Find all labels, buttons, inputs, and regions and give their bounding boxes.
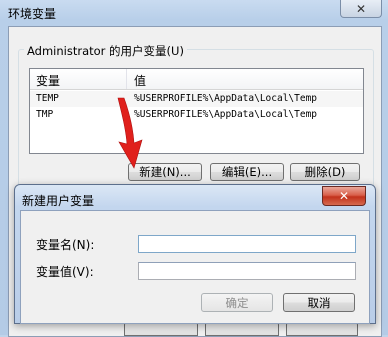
variable-value: %USERPROFILE%\AppData\Local\Temp: [134, 93, 318, 104]
system-new-button-peek[interactable]: [124, 322, 198, 336]
column-separator[interactable]: [126, 69, 127, 89]
cancel-button[interactable]: 取消: [283, 293, 355, 312]
variable-value-input[interactable]: [138, 262, 356, 280]
variable-value-label: 变量值(V):: [36, 265, 94, 279]
dialog-close-button[interactable]: ✕: [322, 186, 366, 206]
dialog-title: 新建用户变量: [22, 194, 95, 208]
red-arrow-icon: [117, 97, 143, 169]
ok-button[interactable]: 确定: [201, 293, 273, 312]
variable-name: TMP: [36, 109, 54, 120]
variable-name-input[interactable]: [138, 235, 356, 253]
column-header-variable[interactable]: 变量: [36, 72, 60, 89]
variable-value: %USERPROFILE%\AppData\Local\Temp: [134, 109, 318, 120]
close-button[interactable]: ✕: [340, 0, 382, 18]
variable-name: TEMP: [36, 93, 59, 104]
variable-name-label: 变量名(N):: [36, 238, 95, 252]
list-item[interactable]: TMP %USERPROFILE%\AppData\Local\Temp: [30, 107, 363, 123]
user-variables-group-label: Administrator 的用户变量(U): [24, 43, 187, 59]
user-variables-list[interactable]: 变量 值 TEMP %USERPROFILE%\AppData\Local\Te…: [29, 68, 364, 154]
column-header-value[interactable]: 值: [134, 72, 146, 89]
window-title: 环境变量: [8, 7, 57, 21]
close-icon: ✕: [338, 189, 350, 203]
list-header: 变量 值: [30, 69, 363, 90]
system-edit-button-peek[interactable]: [205, 322, 279, 336]
edit-variable-button[interactable]: 编辑(E)...: [210, 163, 284, 181]
delete-variable-button[interactable]: 删除(D): [290, 163, 360, 181]
close-icon: ✕: [355, 1, 367, 16]
system-delete-button-peek[interactable]: [286, 322, 358, 336]
list-item[interactable]: TEMP %USERPROFILE%\AppData\Local\Temp: [30, 91, 363, 107]
